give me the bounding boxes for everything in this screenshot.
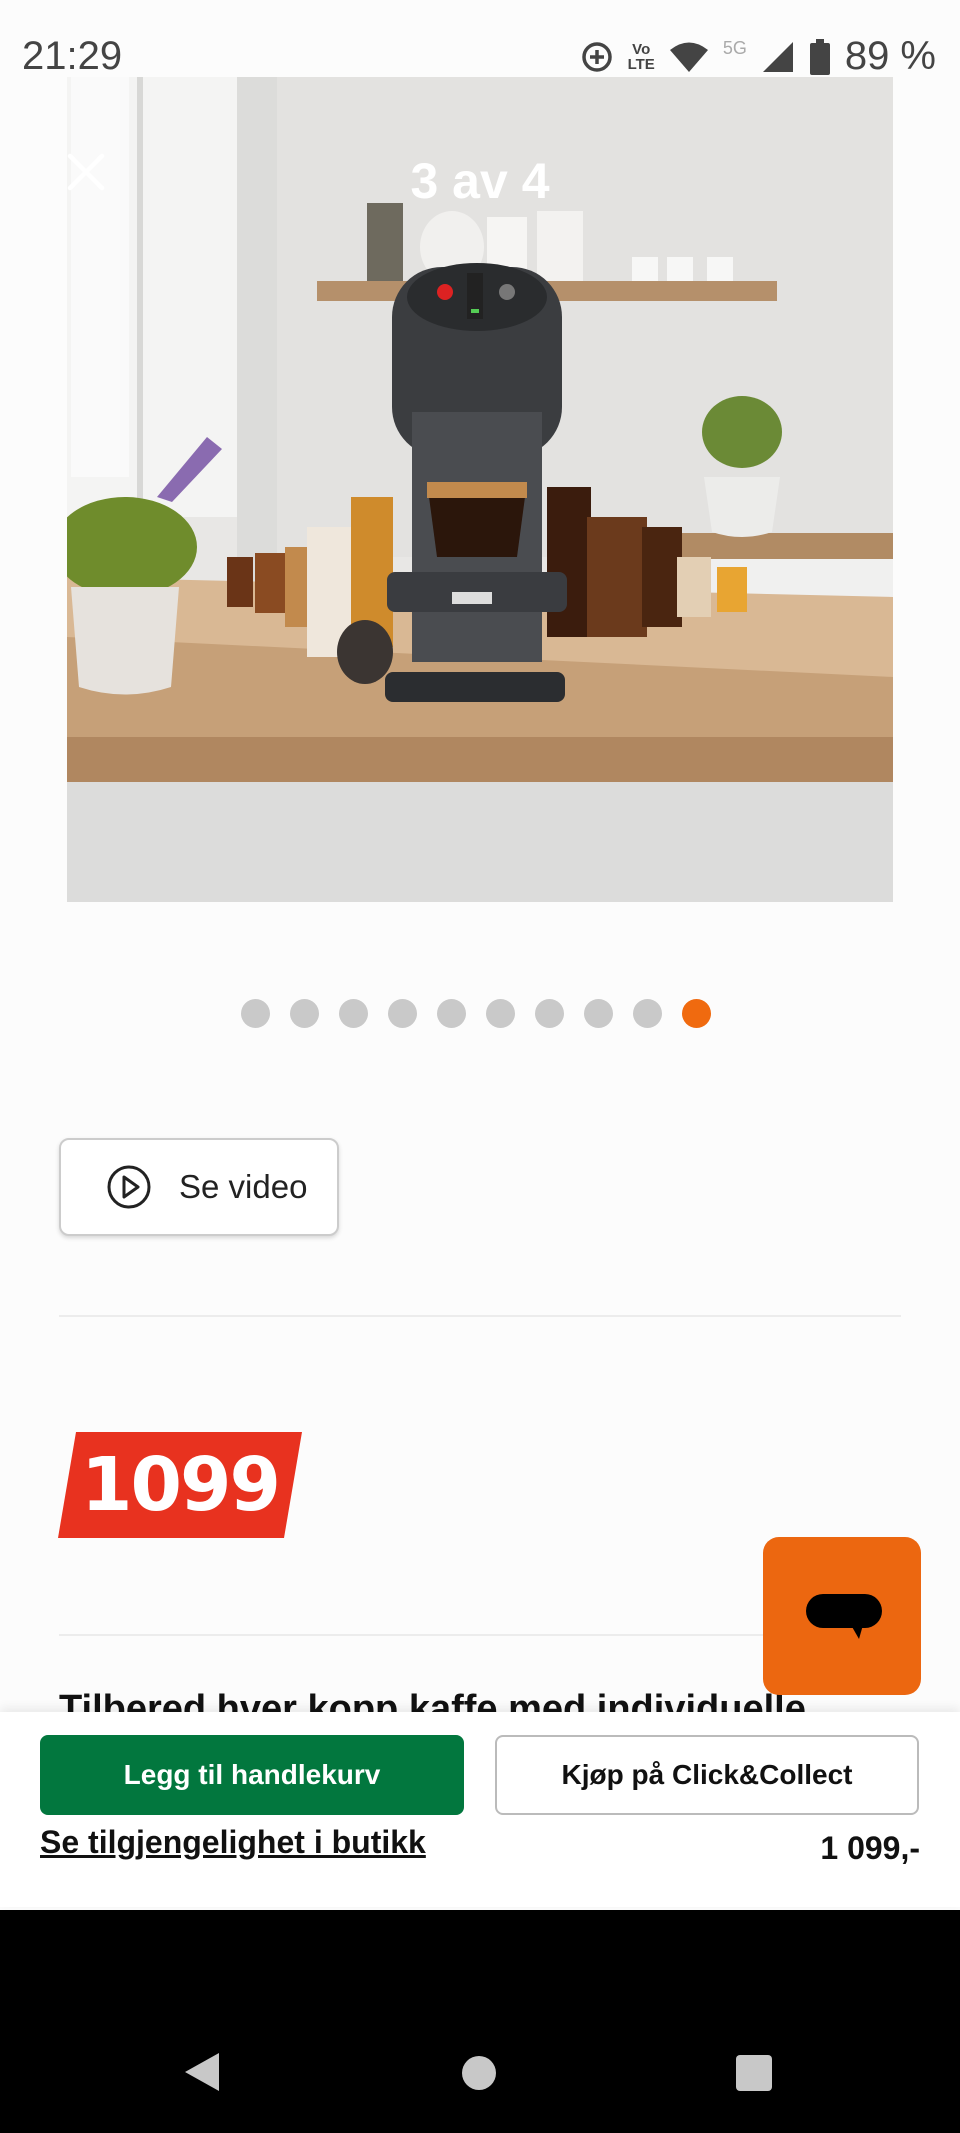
bottom-price: 1 099,- <box>820 1830 920 1866</box>
fiveg-label: 5G <box>722 38 747 58</box>
carousel-dot[interactable] <box>633 999 662 1028</box>
carousel-dot[interactable] <box>241 999 270 1028</box>
watch-video-button[interactable]: Se video <box>59 1138 339 1236</box>
carousel-dot[interactable] <box>339 999 368 1028</box>
carousel-dot[interactable] <box>486 999 515 1028</box>
battery-icon <box>809 38 830 75</box>
carousel-dot[interactable] <box>388 999 417 1028</box>
section-divider <box>59 1315 901 1317</box>
close-icon[interactable] <box>64 150 108 194</box>
back-icon[interactable] <box>183 2053 221 2091</box>
data-saver-icon <box>581 41 612 72</box>
volte-label: Vo <box>632 40 651 58</box>
home-icon[interactable] <box>462 2056 496 2090</box>
price-value: 1099 <box>81 1442 281 1528</box>
lte-label: LTE <box>627 55 655 73</box>
store-availability-link[interactable]: Se tilgjengelighet i butikk <box>40 1824 426 1861</box>
play-circle-icon <box>107 1165 151 1209</box>
wifi-icon <box>669 42 708 72</box>
chat-bubble-icon <box>806 1594 882 1639</box>
status-time: 21:29 <box>22 34 123 78</box>
carousel-dot[interactable] <box>437 999 466 1028</box>
watch-video-label: Se video <box>179 1168 308 1205</box>
add-to-cart-button[interactable]: Legg til handlekurv <box>40 1735 464 1815</box>
signal-icon <box>762 41 793 72</box>
image-counter: 3 av 4 <box>410 153 550 209</box>
volte-icon: Vo LTE <box>628 42 655 72</box>
carousel-dots <box>241 999 711 1028</box>
status-bar: 21:29 Vo LTE 5G 89 % <box>0 0 960 80</box>
carousel-dot[interactable] <box>584 999 613 1028</box>
purchase-bar: Legg til handlekurv Kjøp på Click&Collec… <box>0 1712 960 1907</box>
chat-button[interactable] <box>763 1537 921 1695</box>
status-icons: Vo LTE 5G 89 % <box>580 34 936 79</box>
recents-icon[interactable] <box>736 2055 772 2091</box>
battery-percent: 89 % <box>844 34 936 78</box>
carousel-dot[interactable] <box>682 999 711 1028</box>
click-collect-button[interactable]: Kjøp på Click&Collect <box>495 1735 919 1815</box>
price-tag: 1099 <box>58 1432 302 1538</box>
system-nav-bar <box>0 1910 960 2133</box>
carousel-dot[interactable] <box>535 999 564 1028</box>
carousel-dot[interactable] <box>290 999 319 1028</box>
